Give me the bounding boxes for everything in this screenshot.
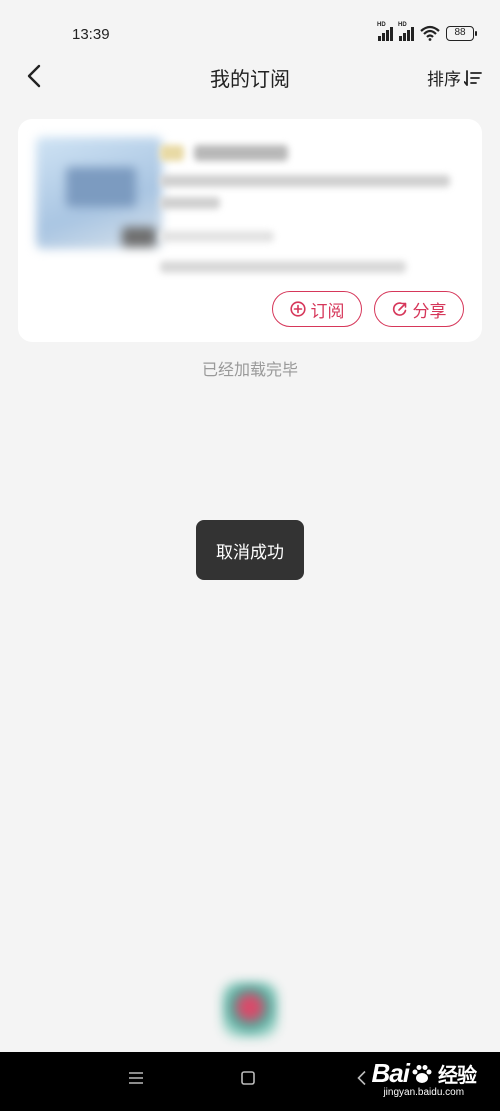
status-bar: 13:39 HD HD 88	[0, 0, 500, 60]
battery-icon: 88	[446, 25, 477, 41]
floating-avatar[interactable]	[222, 982, 278, 1038]
header: 我的订阅 排序	[0, 55, 500, 99]
plus-circle-icon	[289, 301, 306, 317]
sort-label: 排序	[427, 70, 461, 90]
nav-back-icon[interactable]	[354, 1070, 370, 1086]
subscription-card[interactable]: 订阅 分享	[18, 119, 482, 342]
baidu-jingyan-watermark: Bai 经验 jingyan.baidu.com	[371, 1058, 477, 1098]
toast-message: 取消成功	[196, 520, 304, 580]
page-title: 我的订阅	[210, 67, 290, 91]
system-nav-bar: Bai 经验 jingyan.baidu.com	[0, 1052, 500, 1111]
share-button[interactable]: 分享	[374, 291, 464, 327]
sort-icon	[464, 69, 482, 86]
home-icon[interactable]	[240, 1070, 256, 1086]
signal-icon: HD	[377, 22, 393, 41]
share-icon	[392, 302, 406, 316]
subscribe-label: 订阅	[310, 301, 345, 322]
card-thumbnail	[36, 137, 162, 249]
share-label: 分享	[412, 301, 447, 322]
sort-button[interactable]: 排序	[427, 65, 482, 90]
menu-icon[interactable]	[128, 1070, 144, 1086]
status-icons: HD HD 88	[377, 22, 477, 41]
status-time: 13:39	[72, 26, 110, 43]
load-complete-text: 已经加载完毕	[201, 360, 298, 379]
signal-icon: HD	[398, 22, 414, 41]
subscribe-button[interactable]: 订阅	[272, 291, 362, 327]
wifi-icon	[420, 25, 440, 41]
paw-icon	[412, 1064, 432, 1083]
